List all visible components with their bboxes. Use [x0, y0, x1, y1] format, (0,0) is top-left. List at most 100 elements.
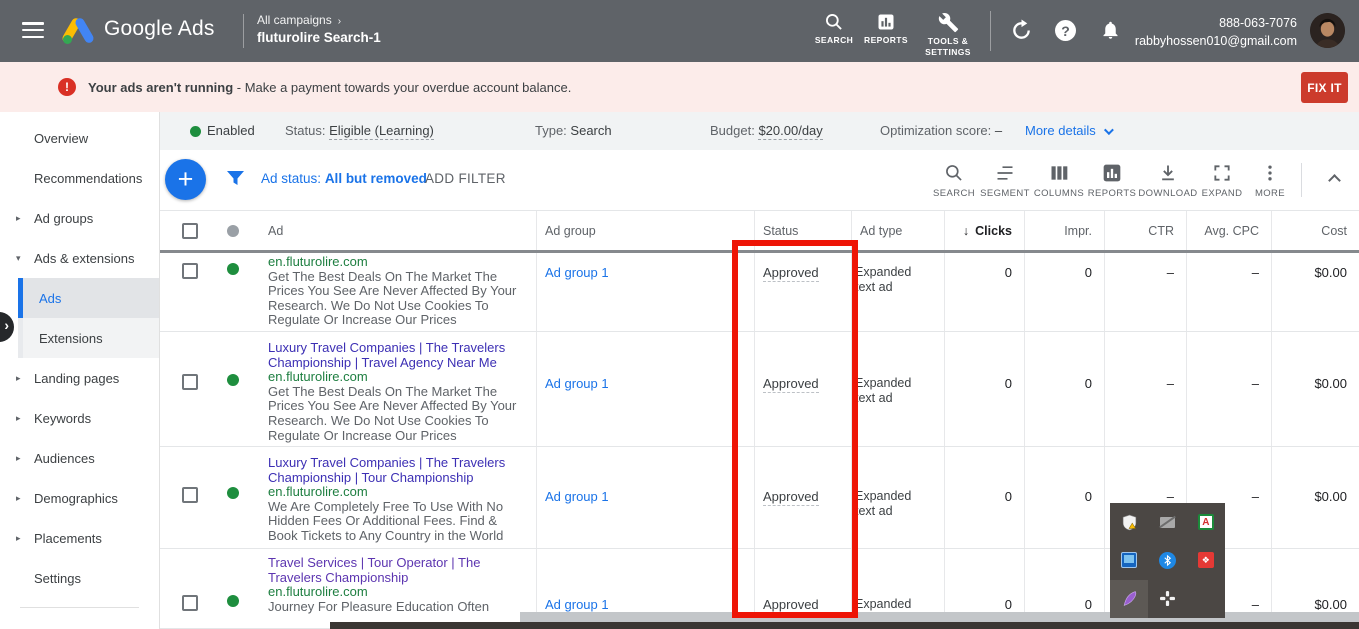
account-info: 888-063-7076 rabbyhossen010@gmail.com	[1135, 14, 1297, 50]
ad-headline[interactable]: Travel Services | Tour Operator | The Tr…	[268, 556, 530, 585]
sidebar-item-settings[interactable]: Settings	[0, 558, 159, 598]
ad-headline[interactable]: Luxury Travel Companies | The Travelers …	[268, 341, 530, 370]
ad-group-link[interactable]: Ad group 1	[537, 376, 609, 391]
row-checkbox[interactable]	[182, 263, 198, 279]
defender-shield-icon[interactable]	[1110, 503, 1148, 541]
filter-icon[interactable]	[226, 170, 245, 188]
bluetooth-icon[interactable]	[1148, 541, 1186, 579]
ad-group-link[interactable]: Ad group 1	[537, 489, 609, 504]
col-header-ad-group[interactable]: Ad group	[537, 211, 755, 250]
sidebar-item-recommendations[interactable]: Recommendations	[0, 158, 159, 198]
wrench-icon	[938, 12, 959, 33]
ad-status-filter-chip[interactable]: Ad status: All but removed	[261, 171, 427, 186]
sidebar-item-audiences[interactable]: ▸Audiences	[0, 438, 159, 478]
enabled-dot-icon[interactable]	[227, 374, 239, 386]
ctr-cell: –	[1105, 332, 1187, 446]
chevron-right-icon: ▸	[16, 413, 21, 424]
col-header-clicks[interactable]: ↓Clicks	[945, 211, 1025, 250]
chevron-right-icon: ▸	[16, 373, 21, 384]
ad-preview: Travel Services | Tour Operator | The Tr…	[255, 549, 537, 628]
download-button[interactable]: DOWNLOAD	[1139, 163, 1197, 199]
add-filter-button[interactable]: ADD FILTER	[425, 171, 506, 186]
ad-group-link[interactable]: Ad group 1	[537, 597, 609, 612]
col-header-impr[interactable]: Impr.	[1025, 211, 1105, 250]
ad-group-cell: Ad group 1	[537, 447, 755, 548]
left-navigation: Overview Recommendations ▸Ad groups ▾Ads…	[0, 112, 160, 629]
row-checkbox[interactable]	[182, 595, 198, 611]
refresh-icon[interactable]	[1010, 19, 1033, 47]
topbar-search-button[interactable]: SEARCH	[815, 12, 853, 46]
help-icon[interactable]: ?	[1055, 20, 1076, 41]
sidebar-item-ads[interactable]: Ads	[18, 278, 159, 318]
campaign-budget: Budget: $20.00/day	[710, 123, 823, 138]
topbar-tools-settings-button[interactable]: TOOLS & SETTINGS	[919, 12, 977, 57]
sidebar-item-extensions[interactable]: Extensions	[18, 318, 159, 358]
breadcrumb-parent[interactable]: All campaigns›	[257, 12, 381, 29]
reports-icon	[1102, 163, 1122, 183]
divider	[1301, 163, 1302, 197]
columns-button[interactable]: COLUMNS	[1030, 163, 1088, 199]
more-button[interactable]: MORE	[1241, 163, 1299, 199]
enabled-dot-icon[interactable]	[227, 263, 239, 275]
segment-icon	[994, 163, 1016, 183]
pinwheel-app-icon[interactable]	[1148, 580, 1186, 618]
select-all-checkbox[interactable]	[182, 223, 198, 239]
red-a-app-icon[interactable]: A	[1187, 503, 1225, 541]
avg-cpc-cell: –	[1187, 253, 1272, 331]
row-checkbox[interactable]	[182, 487, 198, 503]
row-status-dot-cell	[215, 332, 255, 446]
col-header-status[interactable]: Status	[755, 211, 852, 250]
sidebar-item-ad-groups[interactable]: ▸Ad groups	[0, 198, 159, 238]
ad-type-cell: Expanded text ad	[852, 447, 945, 548]
collapse-table-button[interactable]	[1322, 172, 1346, 188]
table-toolbar: + Ad status: All but removed ADD FILTER …	[160, 150, 1359, 210]
table-search-button[interactable]: SEARCH	[925, 163, 983, 199]
col-header-ctr[interactable]: CTR	[1105, 211, 1187, 250]
sidebar-item-ads-extensions[interactable]: ▾Ads & extensions	[0, 238, 159, 278]
sidebar-item-landing-pages[interactable]: ▸Landing pages	[0, 358, 159, 398]
ad-headline[interactable]: Luxury Travel Companies | The Travelers …	[268, 456, 530, 485]
approval-status[interactable]: Approved	[763, 376, 819, 393]
topbar-reports-button[interactable]: REPORTS	[861, 12, 911, 46]
segment-button[interactable]: SEGMENT	[976, 163, 1034, 199]
network-disconnected-icon[interactable]	[1148, 503, 1186, 541]
col-header-ad[interactable]: Ad	[255, 211, 537, 250]
sidebar-item-placements[interactable]: ▸Placements	[0, 518, 159, 558]
row-checkbox[interactable]	[182, 374, 198, 390]
table-row: en.fluturolire.com Get The Best Deals On…	[160, 253, 1359, 332]
reports-button[interactable]: REPORTS	[1083, 163, 1141, 199]
red-diamond-app-icon[interactable]: ❖	[1187, 541, 1225, 579]
impressions-cell: 0	[1025, 447, 1105, 548]
enabled-dot-icon[interactable]	[227, 595, 239, 607]
more-details-link[interactable]: More details	[1025, 123, 1111, 138]
chevron-up-icon	[1328, 174, 1341, 187]
add-ad-button[interactable]: +	[165, 159, 206, 200]
status-dot-icon[interactable]	[227, 225, 239, 237]
divider	[20, 607, 139, 608]
sidebar-item-overview[interactable]: Overview	[0, 118, 159, 158]
campaign-status-bar: Enabled Status: Eligible (Learning) Type…	[160, 112, 1359, 150]
fix-it-button[interactable]: FIX IT	[1301, 72, 1348, 103]
menu-icon[interactable]	[22, 22, 44, 38]
pc-app-icon[interactable]	[1110, 541, 1148, 579]
avatar[interactable]	[1310, 13, 1345, 48]
col-header-ad-type[interactable]: Ad type	[852, 211, 945, 250]
campaign-enabled[interactable]: Enabled	[207, 123, 255, 138]
col-header-avg-cpc[interactable]: Avg. CPC	[1187, 211, 1272, 250]
horizontal-scrollbar[interactable]	[520, 612, 1359, 622]
billing-alert-banner: ! Your ads aren't running - Make a payme…	[0, 62, 1359, 112]
search-icon	[824, 12, 844, 32]
top-app-bar: Google Ads All campaigns› fluturolire Se…	[0, 0, 1359, 62]
col-header-cost[interactable]: Cost	[1272, 211, 1359, 250]
enabled-dot-icon[interactable]	[227, 487, 239, 499]
notifications-bell-icon[interactable]	[1100, 19, 1121, 46]
approval-status[interactable]: Approved	[763, 489, 819, 506]
avg-cpc-cell: –	[1187, 332, 1272, 446]
status-cell: Approved	[755, 447, 852, 548]
error-icon: !	[58, 78, 76, 96]
approval-status[interactable]: Approved	[763, 265, 819, 282]
purple-feather-app-icon[interactable]	[1110, 580, 1148, 618]
ad-group-link[interactable]: Ad group 1	[537, 265, 609, 280]
sidebar-item-demographics[interactable]: ▸Demographics	[0, 478, 159, 518]
sidebar-item-keywords[interactable]: ▸Keywords	[0, 398, 159, 438]
